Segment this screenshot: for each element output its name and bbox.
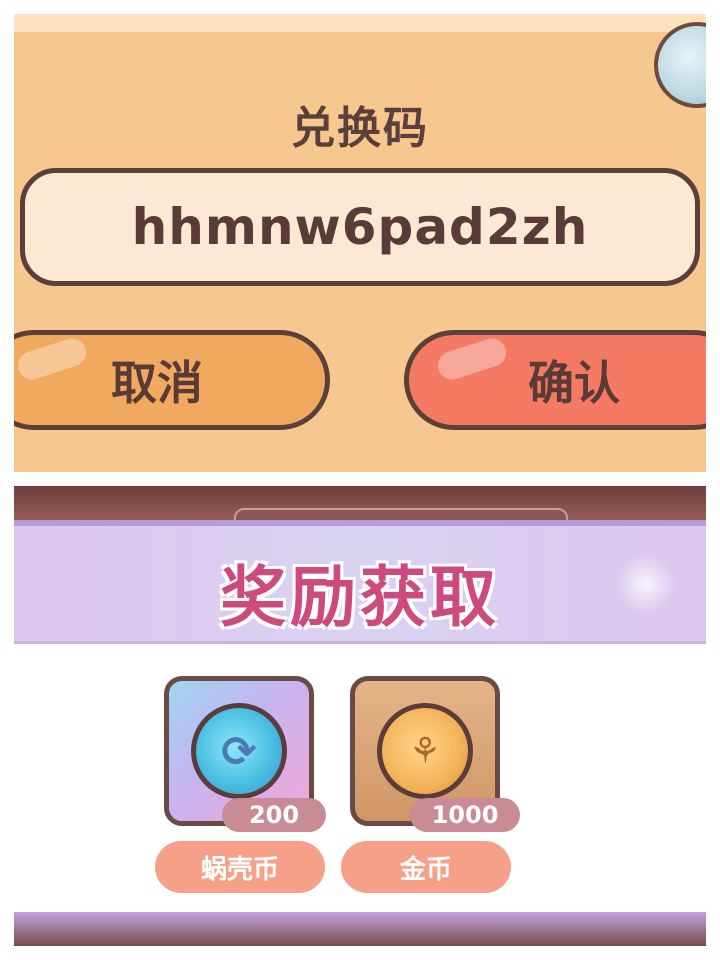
confirm-button[interactable]: 确认 [404, 330, 706, 430]
button-shine-decoration [14, 335, 90, 384]
button-shine-decoration [434, 335, 510, 384]
cancel-button-label: 取消 [111, 356, 203, 410]
reward-popup: 奖励获取 ⟳ 200 蜗壳币 ⚘ 1000 金币 [14, 486, 706, 946]
gold-coin-icon: ⚘ [377, 703, 473, 799]
dialog-top-strip [14, 14, 706, 32]
leaf-glyph-icon: ⚘ [408, 730, 442, 772]
reward-title: 奖励获取 [220, 559, 500, 636]
reward-item-amount: 1000 [410, 798, 520, 832]
redeem-code-value: hhmnw6pad2zh [131, 198, 589, 256]
reward-banner: 奖励获取 [14, 520, 706, 644]
bottom-background-bar [14, 912, 706, 946]
cancel-button[interactable]: 取消 [14, 330, 330, 430]
reward-item-name: 蜗壳币 [155, 841, 325, 893]
swirl-coin-icon: ⟳ [191, 703, 287, 799]
swirl-glyph-icon: ⟳ [221, 726, 257, 776]
reward-item-name: 金币 [341, 841, 511, 893]
redeem-code-dialog: 兑换码 hhmnw6pad2zh 取消 确认 [14, 14, 706, 472]
dialog-title: 兑换码 [291, 103, 429, 154]
reward-item-amount: 200 [222, 798, 326, 832]
redeem-code-input[interactable]: hhmnw6pad2zh [20, 168, 700, 286]
confirm-button-label: 确认 [528, 356, 620, 410]
